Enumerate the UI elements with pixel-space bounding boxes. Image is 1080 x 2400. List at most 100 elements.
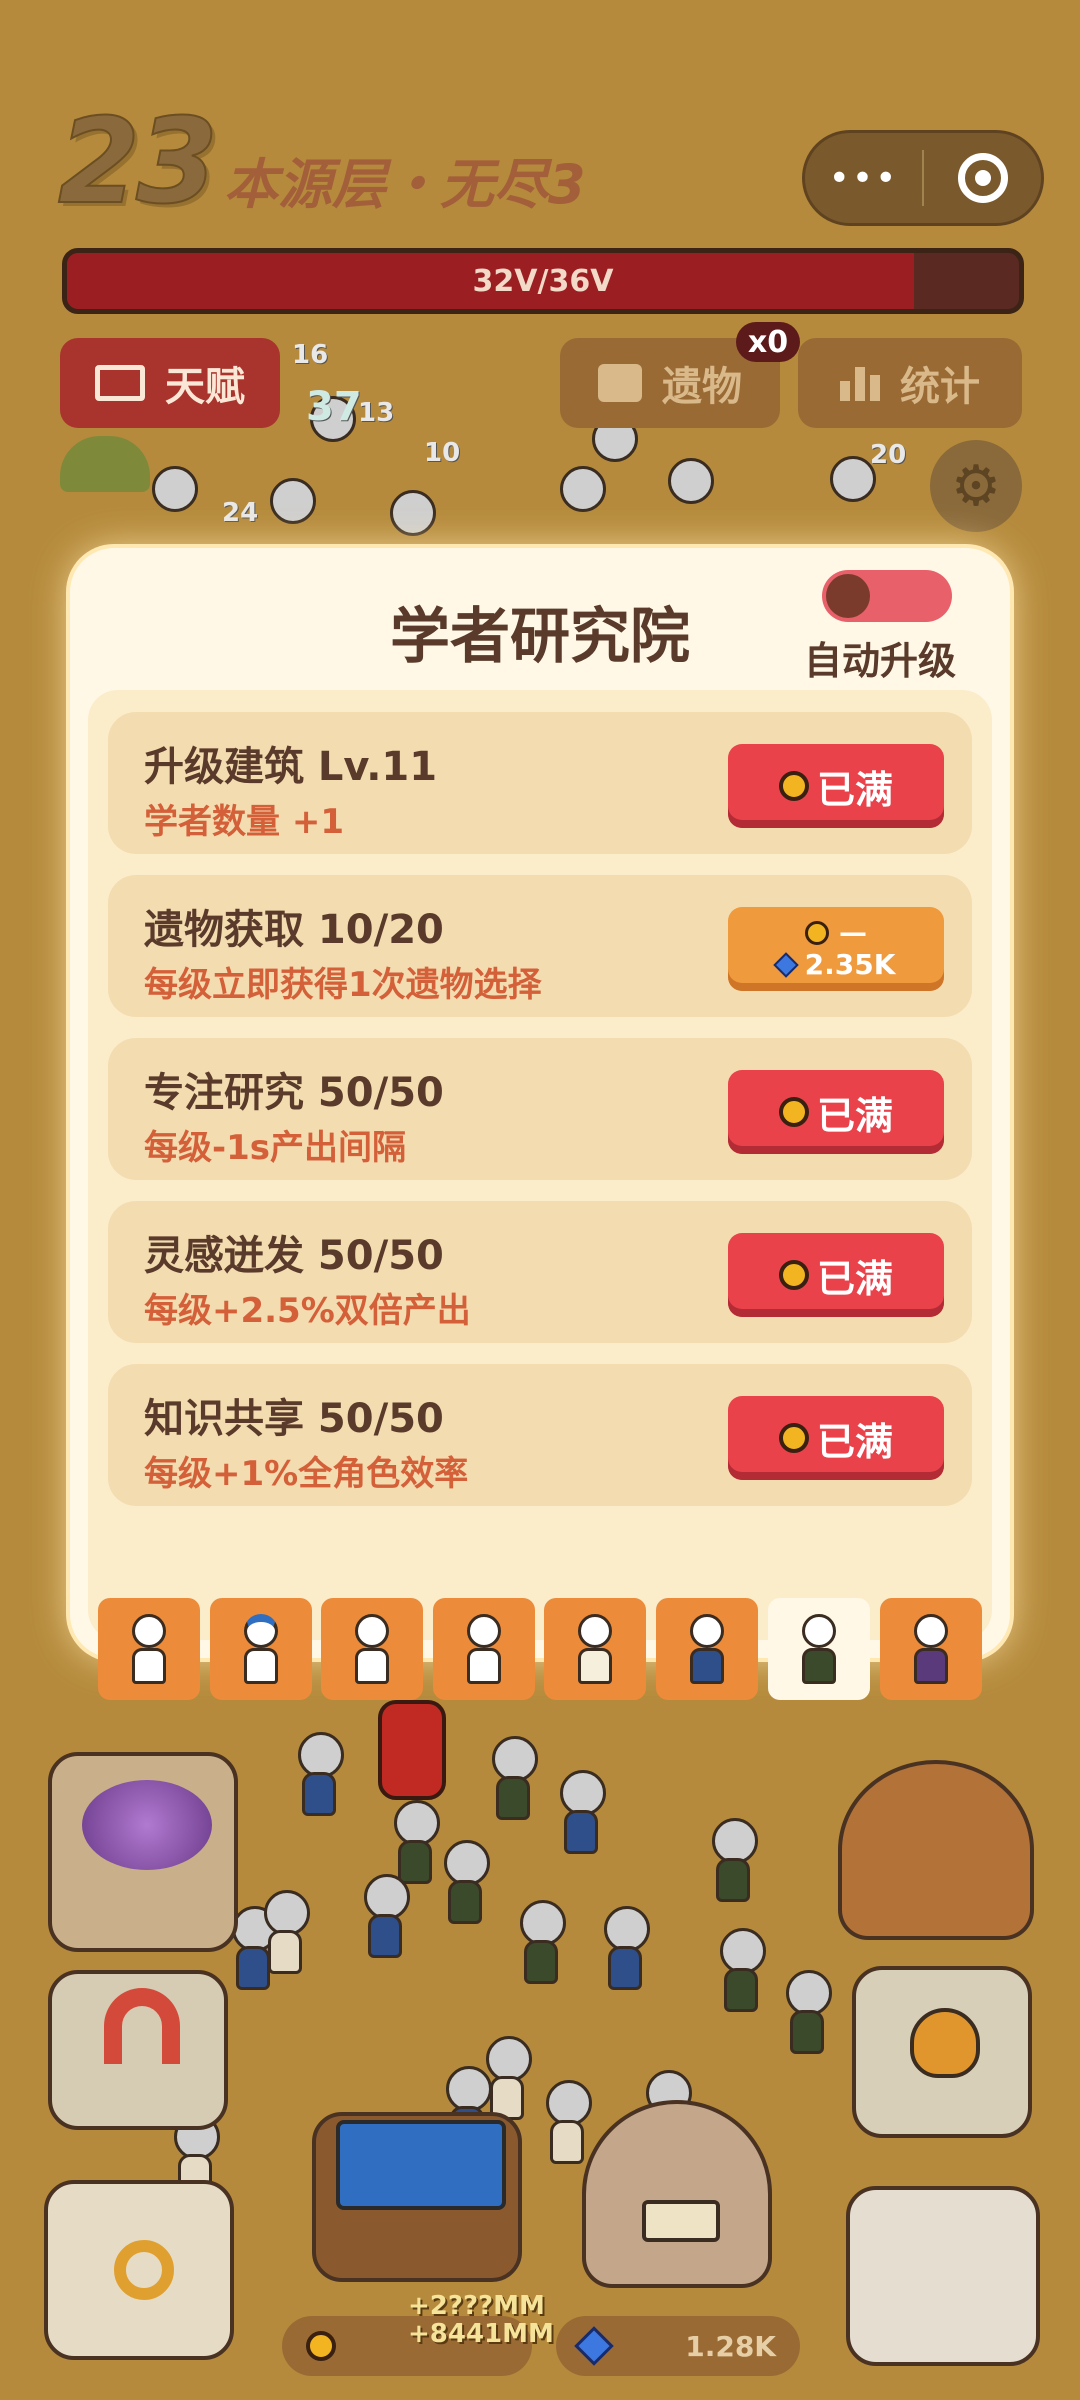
hp-text: 32V/36V xyxy=(472,263,614,299)
upgrade-desc: 每级立即获得1次遗物选择 xyxy=(144,965,542,1005)
altar-building[interactable] xyxy=(44,2180,234,2360)
damage-number: 16 xyxy=(292,340,329,370)
upgrade-list: 升级建筑 Lv.11 学者数量 +1 已满 遗物获取 10/20 每级立即获得1… xyxy=(88,690,992,1640)
scholar-figure-body xyxy=(268,1930,302,1974)
upgrade-title: 灵感迸发 50/50 xyxy=(144,1233,444,1279)
coin-icon xyxy=(805,921,829,945)
wizard-icon xyxy=(914,1614,948,1648)
boss-hp-bar: 32V/36V xyxy=(62,248,1024,314)
upgrade-row-inspiration: 灵感迸发 50/50 每级+2.5%双倍产出 已满 xyxy=(108,1201,972,1343)
auto-upgrade-label: 自动升级 xyxy=(804,639,957,683)
upgrade-row-relic: 遗物获取 10/20 每级立即获得1次遗物选择 — 2.35K xyxy=(108,875,972,1017)
relic-button-label: 遗物 xyxy=(662,364,742,410)
worker-icon xyxy=(132,1614,166,1648)
more-menu-button[interactable]: ••• xyxy=(805,158,922,199)
magnet-building[interactable] xyxy=(48,1970,228,2130)
portal-building[interactable] xyxy=(48,1752,238,1952)
gem-counter-value: 1.28K xyxy=(685,2329,776,2363)
briefcase-icon xyxy=(598,364,642,402)
enemy-figure xyxy=(668,458,714,504)
bush-decor xyxy=(60,436,150,492)
upgrade-maxed-button[interactable]: 已满 xyxy=(728,1396,944,1480)
tab-porter[interactable] xyxy=(210,1598,312,1700)
target-icon xyxy=(957,153,1008,203)
coin-gain-float: +2???MM +8441MM xyxy=(408,2291,554,2349)
tent-roof xyxy=(336,2120,506,2210)
miniprogram-capsule[interactable]: ••• xyxy=(802,130,1044,226)
scholar-figure-body xyxy=(564,1810,598,1854)
tab-merchant[interactable] xyxy=(433,1598,535,1700)
scholar-figure-body xyxy=(524,1940,558,1984)
scholar-figure-body xyxy=(398,1840,432,1884)
scholar-figure-body xyxy=(236,1946,270,1990)
tent-building[interactable] xyxy=(846,2186,1040,2366)
damage-number: 10 xyxy=(424,438,461,468)
scholar-figure-body xyxy=(550,2120,584,2164)
upgrade-button-label: 已满 xyxy=(816,767,893,812)
enemy-figure xyxy=(270,478,316,524)
scholar-figure-body xyxy=(496,1776,530,1820)
settings-button[interactable]: ⚙ xyxy=(930,440,1022,532)
upgrade-desc: 每级-1s产出间隔 xyxy=(144,1128,407,1168)
upgrade-title: 专注研究 50/50 xyxy=(144,1070,444,1116)
scholar-figure-body xyxy=(716,1858,750,1902)
upgrade-desc: 每级+1%全角色效率 xyxy=(144,1454,469,1494)
scholar-figure-body xyxy=(790,2010,824,2054)
tab-wizard[interactable] xyxy=(880,1598,982,1700)
upgrade-desc: 每级+2.5%双倍产出 xyxy=(144,1291,471,1331)
upgrade-button-label: 已满 xyxy=(816,1419,893,1464)
stats-button[interactable]: 统计 xyxy=(798,338,1022,428)
level-number: 23 xyxy=(57,91,219,231)
tab-priest[interactable] xyxy=(544,1598,646,1700)
gem-icon xyxy=(574,2326,614,2366)
tab-worker[interactable] xyxy=(98,1598,200,1700)
damage-number: 20 xyxy=(870,440,907,470)
merchant-icon xyxy=(467,1614,501,1648)
tab-scholar[interactable] xyxy=(768,1598,870,1700)
gem-counter: 1.28K xyxy=(556,2316,800,2376)
ring-icon xyxy=(114,2240,174,2300)
gear-icon: ⚙ xyxy=(950,453,1002,519)
level-name: 本源层・无尽3 xyxy=(224,153,586,216)
enemy-figure xyxy=(390,490,436,536)
enemy-figure xyxy=(152,466,198,512)
upgrade-cost-button[interactable]: — 2.35K xyxy=(728,907,944,991)
upgrade-button-label: 已满 xyxy=(816,1256,893,1301)
tab-mage[interactable] xyxy=(656,1598,758,1700)
scholar-figure-body xyxy=(724,1968,758,2012)
priest-icon xyxy=(578,1614,612,1648)
toggle-knob xyxy=(826,574,870,618)
upgrade-maxed-button[interactable]: 已满 xyxy=(728,744,944,828)
coin-icon xyxy=(778,771,809,801)
upgrade-title: 遗物获取 10/20 xyxy=(144,907,444,953)
bar-chart-icon xyxy=(840,365,880,401)
upgrade-button-label: 已满 xyxy=(816,1093,893,1138)
damage-number: 24 xyxy=(222,498,259,528)
talent-button-label: 天赋 xyxy=(165,364,245,410)
upgrade-maxed-button[interactable]: 已满 xyxy=(728,1070,944,1154)
smith-icon xyxy=(355,1614,389,1648)
book-icon xyxy=(95,365,145,401)
book-icon xyxy=(642,2200,720,2242)
coin-icon xyxy=(778,1260,809,1290)
stats-button-label: 统计 xyxy=(900,364,980,410)
upgrade-maxed-button[interactable]: 已满 xyxy=(728,1233,944,1317)
scholar-icon xyxy=(802,1614,836,1648)
talent-button[interactable]: 天赋 xyxy=(60,338,280,428)
upgrade-row-focus: 专注研究 50/50 每级-1s产出间隔 已满 xyxy=(108,1038,972,1180)
tent-market-building[interactable] xyxy=(312,2112,522,2282)
gem-icon xyxy=(772,952,799,978)
mage-icon xyxy=(690,1614,724,1648)
coin-cost: — xyxy=(839,916,867,949)
library-building[interactable] xyxy=(582,2100,772,2288)
scholar-figure-body xyxy=(448,1880,482,1924)
tab-smith[interactable] xyxy=(321,1598,423,1700)
weight-gym-building[interactable] xyxy=(852,1966,1032,2138)
coin-icon xyxy=(778,1097,809,1127)
auto-upgrade-toggle[interactable] xyxy=(822,570,952,622)
close-miniprogram-button[interactable] xyxy=(924,153,1041,203)
stop-totem-decor xyxy=(378,1700,446,1800)
damage-number: 13 xyxy=(358,398,395,428)
cannon-workshop-building[interactable] xyxy=(838,1760,1034,1940)
upgrade-desc: 学者数量 +1 xyxy=(144,802,344,842)
